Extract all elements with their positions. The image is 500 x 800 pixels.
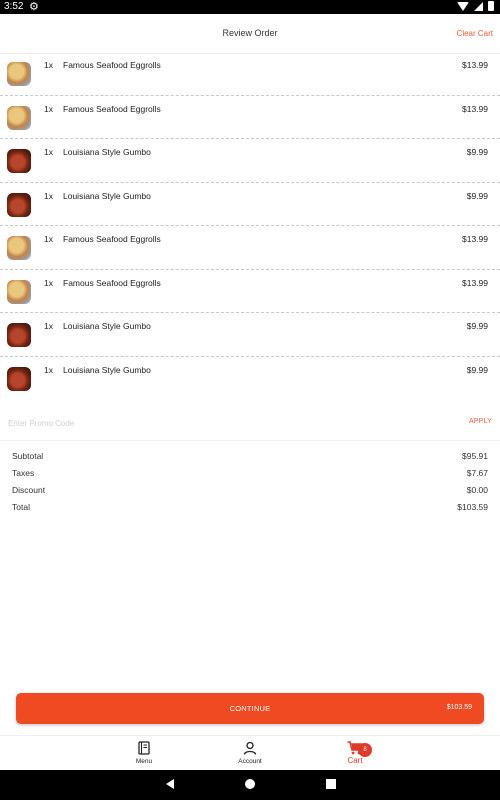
item-quantity: 1x — [44, 364, 53, 375]
header: Review Order Clear Cart — [0, 14, 500, 54]
back-icon[interactable] — [166, 779, 174, 789]
clear-cart-button[interactable]: Clear Cart — [457, 29, 493, 38]
item-quantity: 1x — [44, 147, 53, 157]
item-quantity: 1x — [44, 60, 53, 70]
gumbo-thumbnail — [7, 323, 31, 347]
status-icons — [457, 1, 494, 11]
nav-cart[interactable]: Cart 8 — [325, 740, 385, 765]
system-navigation-bar — [0, 770, 500, 800]
status-bar: 3:52 ⚙ — [0, 0, 500, 14]
eggroll-thumbnail — [7, 279, 31, 304]
nav-account[interactable]: Account — [220, 740, 280, 765]
total-value: $103.59 — [457, 502, 488, 512]
account-person-icon — [220, 740, 280, 756]
gumbo-thumbnail — [7, 366, 31, 391]
total-label: Total — [12, 502, 30, 512]
cart-icon — [325, 740, 385, 756]
taxes-value: $7.67 — [466, 468, 488, 478]
promo-section: APPLY — [0, 406, 500, 441]
promo-code-input[interactable] — [8, 415, 408, 431]
gumbo-thumbnail — [7, 192, 31, 217]
item-quantity: 1x — [44, 190, 53, 201]
continue-amount: $103.59 — [446, 704, 472, 711]
item-quantity: 1x — [44, 321, 53, 331]
cart-item[interactable]: 1x Louisiana Style Gumbo $9.99 — [0, 183, 500, 226]
taxes-label: Taxes — [12, 468, 35, 478]
recents-icon[interactable] — [326, 779, 336, 789]
item-price: $13.99 — [462, 234, 488, 244]
nav-menu-label: Menu — [135, 758, 153, 765]
item-name: Louisiana Style Gumbo — [63, 364, 151, 375]
subtotal-value: $95.91 — [462, 451, 488, 461]
gumbo-thumbnail — [7, 149, 31, 173]
item-price: $9.99 — [466, 190, 488, 201]
page-title: Review Order — [222, 28, 278, 38]
item-price: $13.99 — [462, 103, 488, 114]
cart-item[interactable]: 1x Famous Seafood Eggrolls $13.99 — [0, 52, 500, 96]
discount-value: $0.00 — [466, 485, 488, 495]
subtotal-label: Subtotal — [12, 451, 44, 461]
nav-cart-label: Cart — [347, 756, 363, 765]
cart-item[interactable]: 1x Famous Seafood Eggrolls $13.99 — [0, 226, 500, 270]
eggroll-thumbnail — [7, 236, 31, 260]
item-name: Louisiana Style Gumbo — [63, 321, 151, 331]
item-quantity: 1x — [44, 277, 53, 288]
cart-item[interactable]: 1x Louisiana Style Gumbo $9.99 — [0, 139, 500, 183]
discount-row: Discount $0.00 — [0, 484, 500, 501]
item-quantity: 1x — [44, 103, 53, 114]
total-row: Total $103.59 — [0, 501, 500, 518]
item-name: Famous Seafood Eggrolls — [63, 277, 161, 288]
item-name: Louisiana Style Gumbo — [63, 190, 151, 201]
battery-icon — [488, 1, 494, 11]
nav-menu[interactable]: Menu — [114, 740, 174, 765]
taxes-row: Taxes $7.67 — [0, 467, 500, 484]
status-time: 3:52 — [4, 1, 24, 12]
wifi-icon — [457, 1, 469, 11]
cart-item[interactable]: 1x Famous Seafood Eggrolls $13.99 — [0, 270, 500, 313]
apply-promo-button[interactable]: APPLY — [469, 418, 492, 425]
item-price: $13.99 — [462, 277, 488, 288]
cart-item[interactable]: 1x Louisiana Style Gumbo $9.99 — [0, 357, 500, 401]
bottom-nav: Menu Account Cart 8 — [0, 735, 500, 770]
settings-gear-icon: ⚙ — [29, 1, 39, 13]
eggroll-thumbnail — [7, 62, 31, 86]
continue-label: CONTINUE — [229, 704, 271, 713]
continue-button[interactable]: CONTINUE $103.59 — [16, 693, 484, 724]
item-name: Famous Seafood Eggrolls — [63, 234, 161, 244]
cart-count-badge: 8 — [358, 743, 372, 757]
item-name: Famous Seafood Eggrolls — [63, 103, 161, 114]
item-name: Famous Seafood Eggrolls — [63, 60, 161, 70]
item-price: $9.99 — [466, 321, 488, 331]
order-totals: Subtotal $95.91 Taxes $7.67 Discount $0.… — [0, 450, 500, 518]
cart-item[interactable]: 1x Famous Seafood Eggrolls $13.99 — [0, 96, 500, 139]
item-price: $13.99 — [462, 60, 488, 70]
item-name: Louisiana Style Gumbo — [63, 147, 151, 157]
item-price: $9.99 — [466, 364, 488, 375]
cart-item[interactable]: 1x Louisiana Style Gumbo $9.99 — [0, 313, 500, 357]
discount-label: Discount — [12, 485, 46, 495]
cart-items-list: 1x Famous Seafood Eggrolls $13.99 1x Fam… — [0, 52, 500, 400]
eggroll-thumbnail — [7, 105, 31, 130]
signal-icon — [474, 1, 483, 11]
nav-account-label: Account — [238, 758, 262, 765]
item-price: $9.99 — [466, 147, 488, 157]
subtotal-row: Subtotal $95.91 — [0, 450, 500, 467]
item-quantity: 1x — [44, 234, 53, 244]
home-icon[interactable] — [245, 779, 255, 789]
menu-book-icon — [114, 740, 174, 756]
